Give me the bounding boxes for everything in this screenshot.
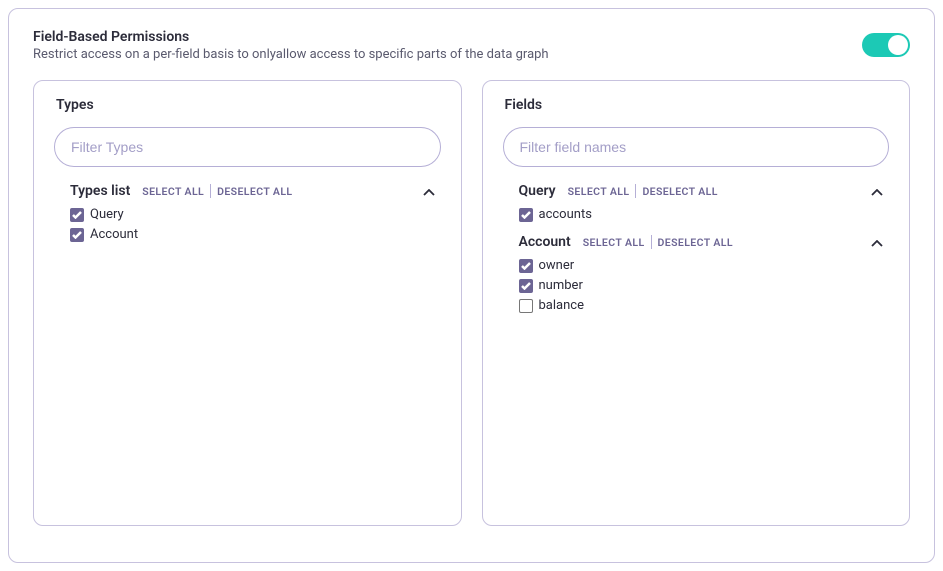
types-panel: Types Types list SELECT ALL DESELECT ALL — [33, 80, 462, 526]
chevron-up-icon — [871, 182, 883, 201]
panel-title: Field-Based Permissions — [33, 29, 549, 45]
types-select-all-button[interactable]: SELECT ALL — [142, 185, 204, 198]
field-label: balance — [539, 298, 584, 313]
permissions-panel: Field-Based Permissions Restrict access … — [8, 8, 935, 563]
types-deselect-all-button[interactable]: DESELECT ALL — [217, 185, 292, 198]
fields-query-collapse-toggle[interactable] — [871, 185, 883, 197]
panel-subtitle: Restrict access on a per-field basis to … — [33, 47, 549, 62]
types-section-header: Types list SELECT ALL DESELECT ALL — [70, 183, 435, 199]
permissions-toggle[interactable] — [862, 33, 910, 57]
fields-filter-input[interactable] — [503, 127, 890, 167]
type-checkbox-account[interactable] — [70, 228, 84, 242]
types-list: Query Account — [70, 207, 435, 242]
type-checkbox-query[interactable] — [70, 208, 84, 222]
fields-account-collapse-toggle[interactable] — [871, 236, 883, 248]
fields-account-deselect-all-button[interactable]: DESELECT ALL — [658, 236, 733, 249]
fields-account-header: Account SELECT ALL DESELECT ALL — [519, 234, 884, 250]
fields-panel-title: Fields — [503, 97, 890, 113]
fields-account-name: Account — [519, 234, 571, 250]
fields-query-list: accounts — [519, 207, 884, 222]
field-item-accounts: accounts — [519, 207, 884, 222]
chevron-up-icon — [871, 233, 883, 252]
field-item-balance: balance — [519, 298, 884, 313]
type-item-query: Query — [70, 207, 435, 222]
fields-query-header: Query SELECT ALL DESELECT ALL — [519, 183, 884, 199]
types-panel-title: Types — [54, 97, 441, 113]
types-section-name: Types list — [70, 183, 130, 199]
fields-account-select-buttons: SELECT ALL DESELECT ALL — [583, 235, 733, 249]
header-text: Field-Based Permissions Restrict access … — [33, 29, 549, 62]
toggle-knob — [888, 35, 908, 55]
types-select-buttons: SELECT ALL DESELECT ALL — [142, 184, 292, 198]
field-label: owner — [539, 258, 575, 273]
fields-panel: Fields Query SELECT ALL DESELECT ALL — [482, 80, 911, 526]
fields-account-select-all-button[interactable]: SELECT ALL — [583, 236, 645, 249]
field-checkbox-owner[interactable] — [519, 259, 533, 273]
fields-section-account: Account SELECT ALL DESELECT ALL owner — [503, 234, 890, 313]
divider — [635, 184, 636, 198]
fields-query-deselect-all-button[interactable]: DESELECT ALL — [642, 185, 717, 198]
field-item-number: number — [519, 278, 884, 293]
types-collapse-toggle[interactable] — [423, 185, 435, 197]
type-label: Query — [90, 207, 124, 222]
type-label: Account — [90, 227, 138, 242]
header-row: Field-Based Permissions Restrict access … — [33, 29, 910, 62]
divider — [651, 235, 652, 249]
fields-section-query: Query SELECT ALL DESELECT ALL accounts — [503, 183, 890, 222]
field-checkbox-accounts[interactable] — [519, 208, 533, 222]
field-checkbox-number[interactable] — [519, 279, 533, 293]
field-checkbox-balance[interactable] — [519, 299, 533, 313]
divider — [210, 184, 211, 198]
type-item-account: Account — [70, 227, 435, 242]
field-label: accounts — [539, 207, 592, 222]
types-filter-input[interactable] — [54, 127, 441, 167]
fields-account-list: owner number balance — [519, 258, 884, 313]
fields-query-select-all-button[interactable]: SELECT ALL — [568, 185, 630, 198]
panels-row: Types Types list SELECT ALL DESELECT ALL — [33, 80, 910, 526]
fields-query-name: Query — [519, 183, 556, 199]
types-section: Types list SELECT ALL DESELECT ALL Query — [54, 183, 441, 242]
field-item-owner: owner — [519, 258, 884, 273]
field-label: number — [539, 278, 583, 293]
fields-query-select-buttons: SELECT ALL DESELECT ALL — [568, 184, 718, 198]
chevron-up-icon — [423, 182, 435, 201]
